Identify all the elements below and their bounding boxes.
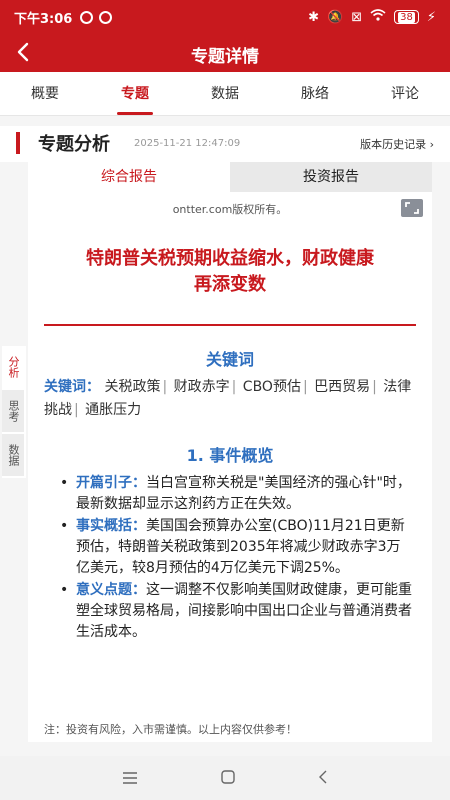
tab-overview[interactable]: 概要 xyxy=(0,72,90,115)
notification-icon xyxy=(80,10,94,24)
menu-icon[interactable] xyxy=(122,769,138,788)
keywords-label: 关键词： xyxy=(44,379,100,395)
page-title: 专题详情 xyxy=(191,47,259,67)
section-accent-bar xyxy=(16,132,20,154)
list-item: 意义点题：这一调整不仅影响美国财政健康，更可能重塑全球贸易格局，间接影响中国出口… xyxy=(60,580,412,643)
copyright-text: ontter.com版权所有。 xyxy=(172,203,288,216)
section-timestamp: 2025-11-21 12:47:09 xyxy=(134,138,241,149)
list-item: 开篇引子：当白宫宣称关税是"美国经济的强心针"时，最新数据却显示这剂药方正在失效… xyxy=(60,473,412,515)
main-tabs: 概要 专题 数据 脉络 评论 xyxy=(0,72,450,116)
side-tab-data[interactable]: 数据 xyxy=(2,434,24,476)
bullet-label: 意义点题： xyxy=(76,582,146,598)
sim-off-icon: ⊠ xyxy=(351,9,363,25)
home-icon[interactable] xyxy=(221,769,235,788)
tab-topic[interactable]: 专题 xyxy=(90,72,180,115)
chevron-right-icon: › xyxy=(429,138,434,151)
version-history-label: 版本历史记录 xyxy=(360,138,427,151)
tab-comments[interactable]: 评论 xyxy=(360,72,450,115)
keyword: 通胀压力 xyxy=(85,402,142,418)
risk-disclaimer: 注：投资有风险，入市需谨慎。以上内容仅供参考！ xyxy=(28,718,432,742)
bullet-label: 开篇引子： xyxy=(76,475,146,491)
section-title: 专题分析 xyxy=(38,134,110,155)
status-time: 下午3:06 xyxy=(14,11,73,27)
wifi-icon xyxy=(370,9,386,25)
top-navbar: 专题详情 xyxy=(0,34,450,72)
fullscreen-icon[interactable] xyxy=(400,198,424,218)
tab-timeline[interactable]: 脉络 xyxy=(270,72,360,115)
keyword: CBO预估 xyxy=(242,379,301,395)
status-right-icons: ✱ 🔕 ⊠ 38 ⚡ xyxy=(308,9,436,25)
event-bullets: 开篇引子：当白宫宣称关税是"美国经济的强心针"时，最新数据却显示这剂药方正在失效… xyxy=(60,473,412,644)
battery-icon: 38 xyxy=(394,10,419,24)
bullet-label: 事实概括： xyxy=(76,518,146,534)
keyword: 关税政策 xyxy=(104,379,161,395)
keyword: 巴西贸易 xyxy=(314,379,371,395)
report-tabs: 综合报告 投资报告 xyxy=(28,162,432,192)
section-header: 专题分析 2025-11-21 12:47:09 版本历史记录 › xyxy=(0,126,450,162)
headline-line-1: 特朗普关税预期收益缩水，财政健康 xyxy=(86,248,374,269)
battery-level: 38 xyxy=(398,11,415,23)
keywords-list: 关键词： 关税政策 | 财政赤字 | CBO预估 | 巴西贸易 | 法律挑战 | 通胀压力 xyxy=(44,379,412,418)
charging-icon: ⚡ xyxy=(426,9,436,25)
side-tab-thinking[interactable]: 思考 xyxy=(2,390,24,432)
status-bar: 下午3:06 ✱ 🔕 ⊠ 38 ⚡ xyxy=(0,0,450,34)
event-overview-heading: 1. 事件概览 xyxy=(186,446,274,465)
system-nav-bar xyxy=(0,756,450,800)
divider xyxy=(44,324,416,326)
bluetooth-icon: ✱ xyxy=(308,9,320,25)
status-left-icons xyxy=(80,10,113,24)
report-card: 综合报告 投资报告 ontter.com版权所有。 特朗普关税预期收益缩水，财政… xyxy=(28,162,432,742)
back-nav-icon[interactable] xyxy=(318,769,328,788)
keyword: 财政赤字 xyxy=(173,379,230,395)
mute-icon: 🔕 xyxy=(327,9,344,25)
side-tab-analysis[interactable]: 分析 xyxy=(2,346,24,388)
version-history-link[interactable]: 版本历史记录 › xyxy=(360,136,434,152)
headline-line-2: 再添变数 xyxy=(194,274,266,295)
tab-investment-report[interactable]: 投资报告 xyxy=(230,162,432,192)
keywords-heading: 关键词 xyxy=(205,350,254,369)
tab-data[interactable]: 数据 xyxy=(180,72,270,115)
tab-comprehensive-report[interactable]: 综合报告 xyxy=(28,162,230,192)
report-headline: 特朗普关税预期收益缩水，财政健康 再添变数 xyxy=(38,246,422,298)
side-tabs: 分析 思考 数据 xyxy=(2,346,26,478)
sync-icon xyxy=(99,10,113,24)
list-item: 事实概括：美国国会预算办公室(CBO)11月21日更新预估，特朗普关税政策到20… xyxy=(60,516,412,579)
